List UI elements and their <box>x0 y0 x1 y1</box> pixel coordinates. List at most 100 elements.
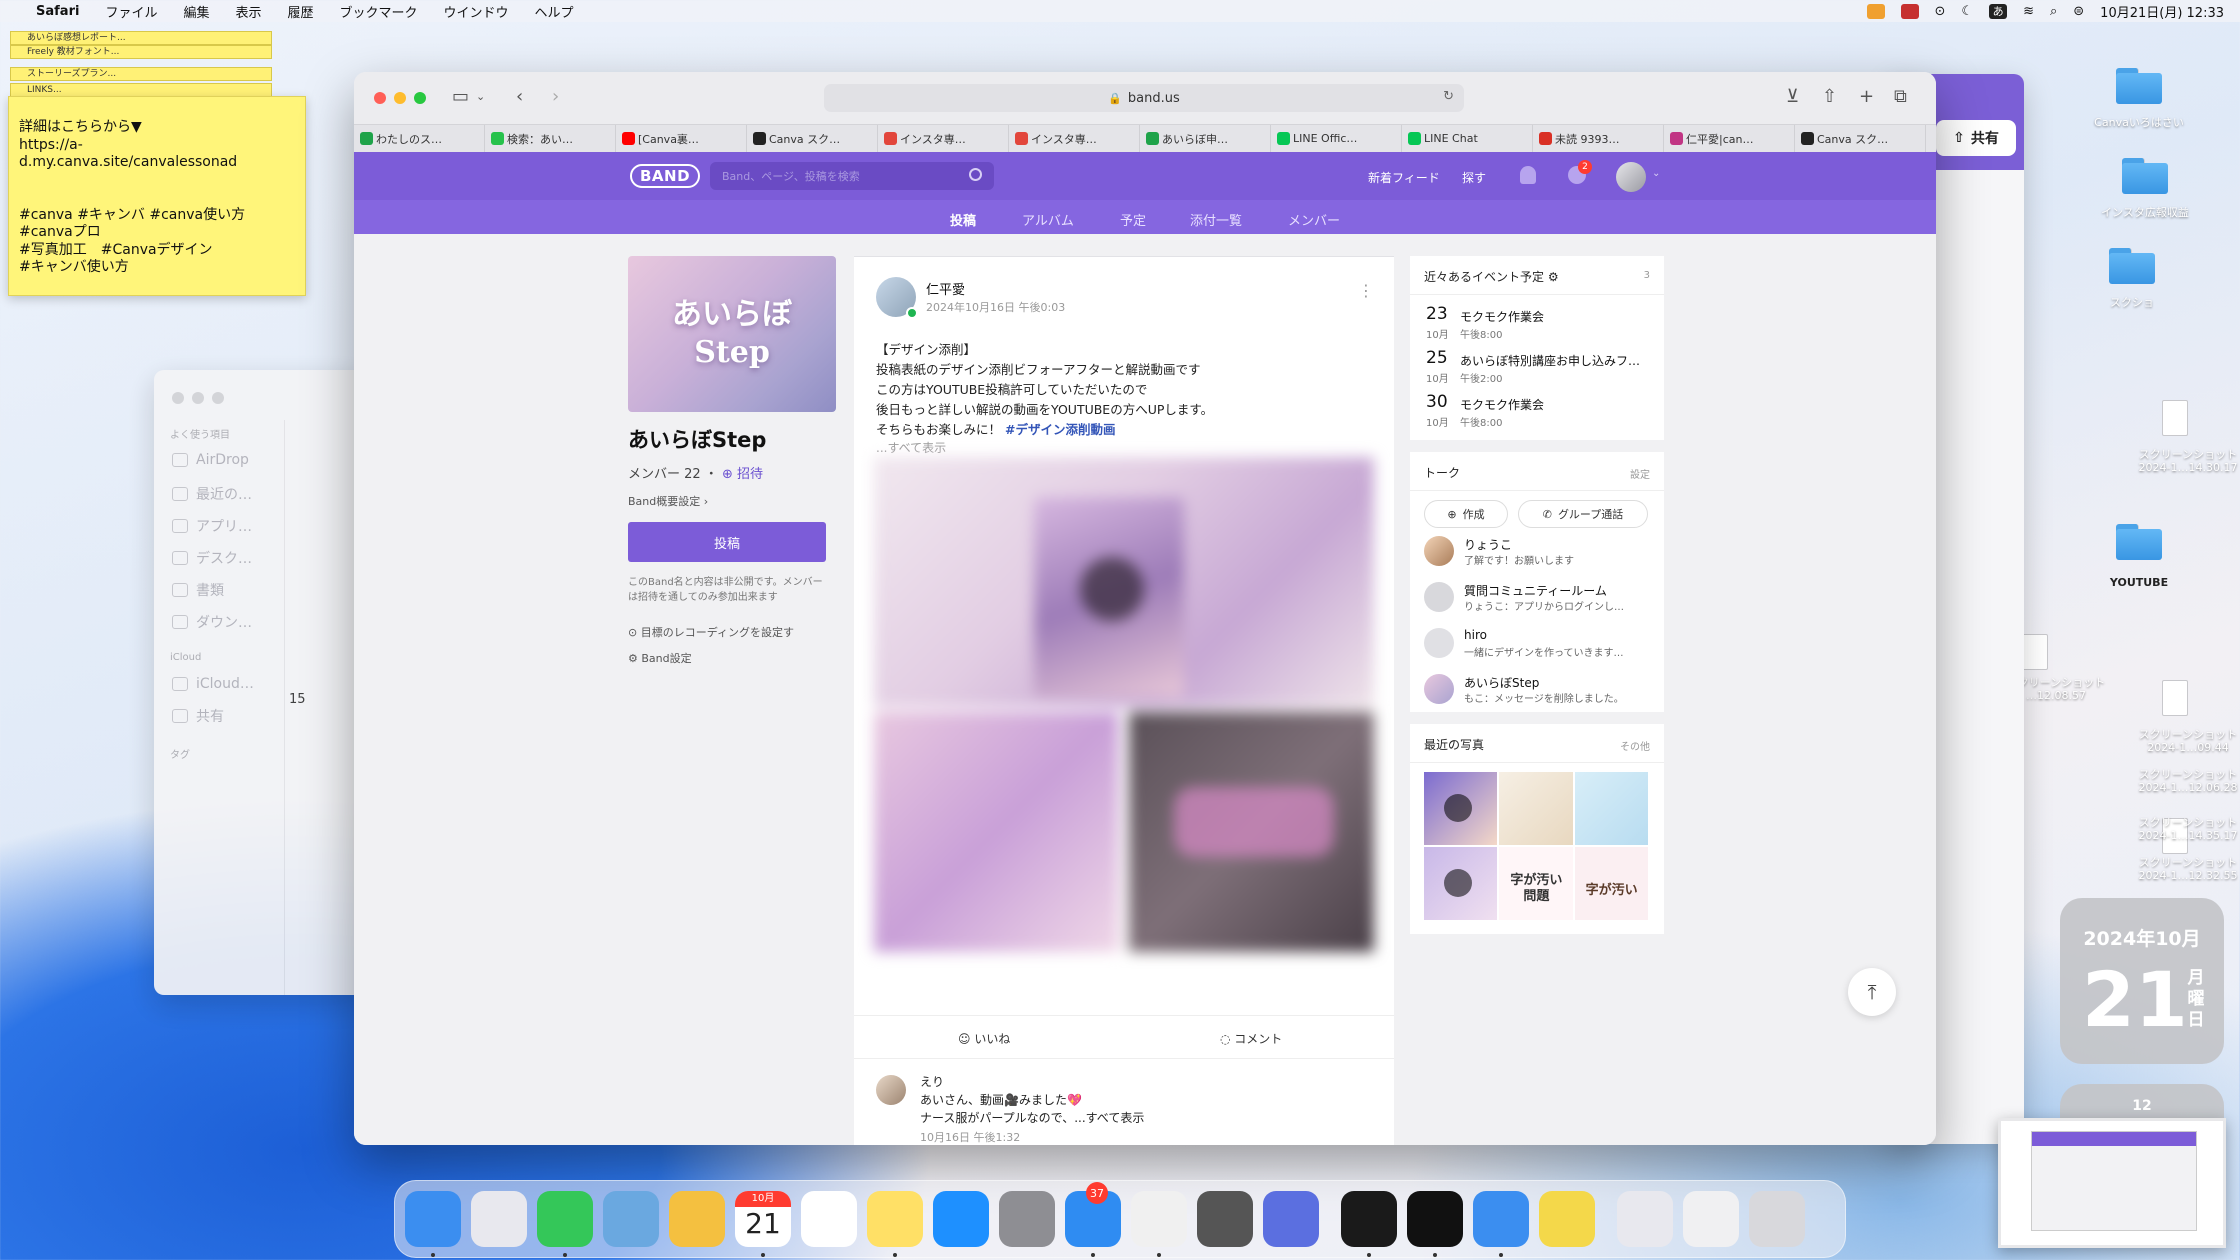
browser-tab[interactable]: LINE Chat <box>1402 125 1533 152</box>
browser-tab[interactable]: Canva スク… <box>747 125 878 152</box>
band-search-input[interactable]: Band、ページ、投稿を検索 <box>710 162 994 190</box>
finder-documents[interactable]: 書類 <box>172 580 224 600</box>
menu-window[interactable]: ウインドウ <box>444 2 509 21</box>
like-button[interactable]: ☺ いいね <box>958 1030 1010 1047</box>
band-overview-settings-link[interactable]: Band概要設定 › <box>628 493 708 509</box>
new-tab-icon[interactable]: + <box>1859 86 1874 107</box>
moon-icon[interactable]: ☾ <box>1961 4 1973 19</box>
photos-icon[interactable] <box>669 1191 725 1247</box>
browser-tab[interactable]: あいらぼ申… <box>1140 125 1271 152</box>
chrome-icon[interactable] <box>1131 1191 1187 1247</box>
event-title[interactable]: モクモク作業会 <box>1460 308 1656 325</box>
play-circle-icon[interactable]: ⊙ <box>1935 4 1946 19</box>
finder-icon[interactable] <box>405 1191 461 1247</box>
finder-recents[interactable]: 最近の… <box>172 484 252 504</box>
finder-applications[interactable]: アプリ… <box>172 516 252 536</box>
help-icon[interactable] <box>1617 1191 1673 1247</box>
screenshot-file-icon[interactable] <box>2162 680 2188 716</box>
play-icon[interactable] <box>1080 557 1144 621</box>
share-icon[interactable]: ⇧ <box>1822 86 1837 107</box>
browser-tab[interactable]: わたしのス… <box>354 125 485 152</box>
messages-icon[interactable] <box>537 1191 593 1247</box>
talk-name[interactable]: 質問コミュニティールーム <box>1464 582 1607 599</box>
sticky-note-collapsed[interactable]: あいらぼ感想レポート... <box>10 31 272 45</box>
finder-desktop[interactable]: デスク… <box>172 548 252 568</box>
sidebar-toggle-icon[interactable]: ▭ <box>452 86 469 107</box>
input-method-icon[interactable]: あ <box>1989 3 2008 19</box>
tab-posts[interactable]: 投稿 <box>950 210 977 237</box>
more-options-icon[interactable]: ⋮ <box>1358 281 1374 300</box>
preview-icon[interactable] <box>1683 1191 1739 1247</box>
talk-name[interactable]: りょうこ <box>1464 536 1512 553</box>
comment-button[interactable]: ◌ コメント <box>1220 1030 1282 1047</box>
system-settings-icon[interactable] <box>999 1191 1055 1247</box>
comment-author[interactable]: えり <box>920 1073 944 1090</box>
wifi-icon[interactable]: ≋ <box>2023 4 2034 19</box>
avatar[interactable] <box>1424 674 1454 704</box>
browser-tab[interactable]: 仁平愛|can… <box>1664 125 1795 152</box>
address-bar[interactable]: 🔒 band.us ↻ <box>824 84 1464 112</box>
canva-icon[interactable] <box>1263 1191 1319 1247</box>
photo-thumbnail[interactable] <box>1424 847 1498 920</box>
finder-shared[interactable]: 共有 <box>172 706 224 726</box>
reminders-icon[interactable] <box>801 1191 857 1247</box>
calendar-widget[interactable]: 2024年10月 21 月曜日 <box>2060 898 2224 1064</box>
browser-tab[interactable]: 未読 9393… <box>1533 125 1664 152</box>
menu-file[interactable]: ファイル <box>105 2 157 21</box>
tab-members[interactable]: メンバー <box>1288 210 1340 229</box>
post-media-blurred[interactable] <box>874 457 1374 957</box>
browser-tab[interactable]: [Canva裏… <box>616 125 747 152</box>
see-all-link[interactable]: ...すべて表示 <box>876 439 946 456</box>
new-post-button[interactable]: 投稿 <box>628 522 826 562</box>
finder-column[interactable]: 15 <box>284 420 364 995</box>
browser-tab[interactable]: インスタ専… <box>878 125 1009 152</box>
maps-icon[interactable] <box>603 1191 659 1247</box>
chevron-down-icon[interactable]: ⌄ <box>1652 168 1660 179</box>
avatar[interactable] <box>1616 162 1646 192</box>
microphone-icon[interactable] <box>1866 3 1885 19</box>
menu-clock[interactable]: 10月21日(月) 12:33 <box>2100 2 2224 21</box>
finder-icloud-drive[interactable]: iCloud… <box>172 676 254 692</box>
menu-help[interactable]: ヘルプ <box>535 2 574 21</box>
menu-view[interactable]: 表示 <box>235 2 261 21</box>
tab-album[interactable]: アルバム <box>1022 210 1074 229</box>
folder-icon[interactable] <box>2116 68 2162 104</box>
minimize-window-button[interactable] <box>394 92 406 104</box>
new-feed-link[interactable]: 新着フィード <box>1368 169 1440 186</box>
band-cover-image[interactable]: あいらぼ Step <box>628 256 836 412</box>
band-logo[interactable]: BAND <box>630 164 700 188</box>
menu-bookmarks[interactable]: ブックマーク <box>340 2 418 21</box>
invite-link[interactable]: ⊕ 招待 <box>722 467 763 482</box>
post-author[interactable]: 仁平愛 <box>926 279 965 298</box>
photo-thumbnail[interactable] <box>1424 772 1498 845</box>
tab-overview-icon[interactable]: ⧉ <box>1894 86 1907 107</box>
zoom-window-button[interactable] <box>414 92 426 104</box>
app-store-icon[interactable] <box>933 1191 989 1247</box>
browser-tab[interactable]: インスタ専… <box>1009 125 1140 152</box>
notes-icon[interactable] <box>867 1191 923 1247</box>
browser-tab[interactable]: Canva スク… <box>1795 125 1926 152</box>
tab-attachments[interactable]: 添付一覧 <box>1190 210 1242 229</box>
avatar[interactable] <box>876 277 918 319</box>
sticky-note-collapsed[interactable]: Freely 教材フォント... <box>10 45 272 59</box>
record-icon[interactable] <box>1900 3 1919 19</box>
scroll-to-top-button[interactable]: ⤒ <box>1848 968 1896 1016</box>
screenshot-thumbnail-preview[interactable] <box>1998 1118 2226 1248</box>
stickies-icon[interactable] <box>1539 1191 1595 1247</box>
browser-tab[interactable]: LINE Offic… <box>1271 125 1402 152</box>
sticky-note-collapsed[interactable]: ストーリーズプラン... <box>10 67 272 81</box>
folder-icon[interactable] <box>2122 158 2168 194</box>
tab-schedule[interactable]: 予定 <box>1120 210 1146 229</box>
group-call-button[interactable]: ✆ グループ通話 <box>1518 500 1648 528</box>
event-title[interactable]: モクモク作業会 <box>1460 396 1656 413</box>
explore-link[interactable]: 探す <box>1462 169 1486 186</box>
photo-thumbnail[interactable]: 字が汚い <box>1574 847 1648 920</box>
finder-airdrop[interactable]: AirDrop <box>172 452 249 468</box>
chevron-down-icon[interactable]: ⌄ <box>476 90 485 103</box>
screenshot-file-icon[interactable] <box>2022 634 2048 670</box>
avatar[interactable] <box>876 1075 906 1105</box>
avatar[interactable] <box>1424 628 1454 658</box>
event-title[interactable]: あいらぼ特別講座お申し込みフ… <box>1460 352 1656 369</box>
talk-name[interactable]: hiro <box>1464 628 1487 642</box>
screenshot-file-icon[interactable] <box>2162 400 2188 436</box>
